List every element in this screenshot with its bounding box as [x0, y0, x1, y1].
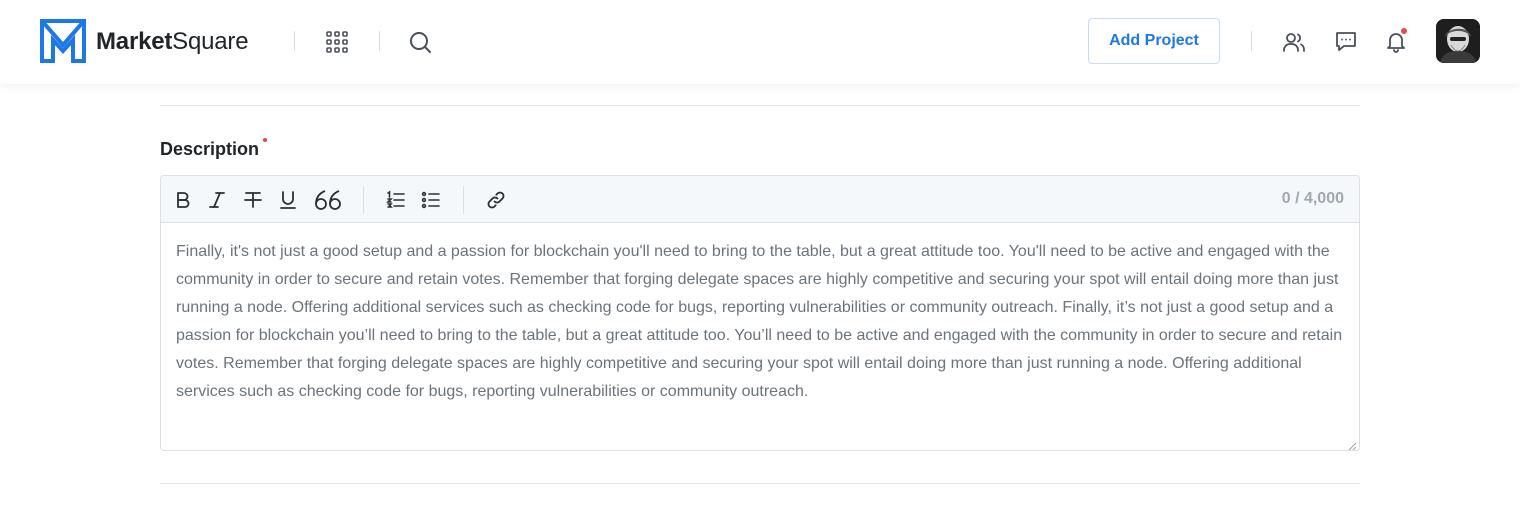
- divider: [379, 31, 380, 51]
- logo-text-light: Square: [172, 28, 249, 55]
- divider: [294, 31, 295, 51]
- underline-icon[interactable]: [275, 187, 301, 213]
- unordered-list-icon[interactable]: [418, 187, 444, 213]
- divider: [1251, 31, 1252, 51]
- logo-text-strong: Market: [96, 28, 173, 55]
- apps-grid-icon[interactable]: [325, 30, 349, 54]
- toolbar-divider: [363, 186, 364, 214]
- section-divider: [160, 483, 1360, 484]
- editor-toolbar: 0 / 4,000: [161, 176, 1359, 223]
- italic-icon[interactable]: [204, 187, 230, 213]
- search-icon[interactable]: [408, 30, 432, 54]
- section-divider: [160, 105, 1360, 106]
- user-avatar[interactable]: [1436, 19, 1480, 63]
- toolbar-divider: [463, 186, 464, 214]
- logo-wordmark[interactable]: MarketSquare: [96, 26, 249, 58]
- bold-icon[interactable]: [170, 187, 196, 213]
- link-icon[interactable]: [483, 187, 509, 213]
- top-navbar: MarketSquare Add Project: [0, 0, 1520, 84]
- description-textarea[interactable]: Finally, it's not just a good setup and …: [161, 224, 1359, 450]
- chat-icon[interactable]: [1334, 29, 1358, 53]
- users-icon[interactable]: [1282, 30, 1306, 54]
- description-label: Description: [160, 139, 260, 159]
- strikethrough-icon[interactable]: [240, 187, 266, 213]
- notification-badge: [1401, 28, 1407, 34]
- quote-icon[interactable]: [313, 187, 343, 213]
- resize-handle-icon[interactable]: [1347, 438, 1357, 450]
- rich-text-editor: 0 / 4,000 Finally, it's not just a good …: [160, 175, 1360, 451]
- add-project-button[interactable]: Add Project: [1088, 18, 1220, 64]
- ordered-list-icon[interactable]: [383, 187, 409, 213]
- character-counter: 0 / 4,000: [1281, 190, 1344, 207]
- logo-icon[interactable]: [40, 19, 86, 63]
- required-indicator: [263, 138, 267, 142]
